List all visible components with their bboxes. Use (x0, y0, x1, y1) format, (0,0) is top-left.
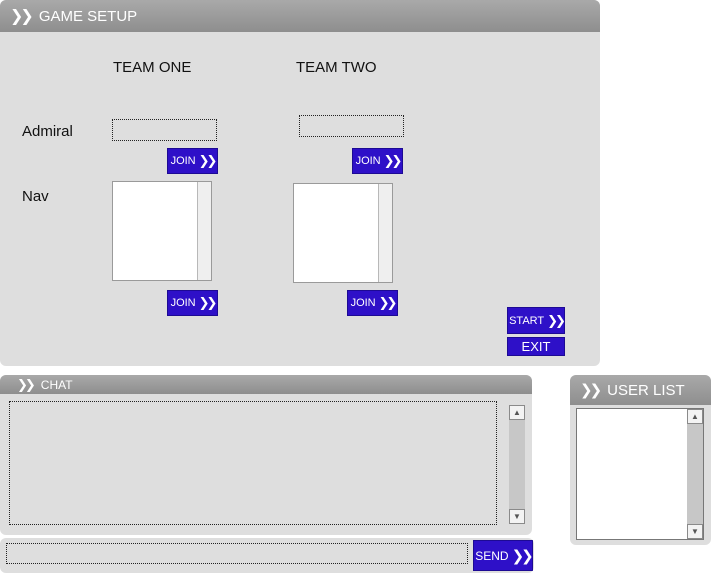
double-chevron-right-icon: ❯❯ (198, 153, 218, 168)
user-list-title: USER LIST (607, 381, 685, 399)
team-one-nav-join-button[interactable]: JOIN ❯❯ (167, 290, 218, 316)
scroll-down-arrow-icon[interactable]: ▼ (509, 509, 525, 524)
chat-message-input[interactable] (6, 543, 468, 564)
game-setup-panel: ❯❯ GAME SETUP TEAM ONE TEAM TWO Admiral … (0, 0, 600, 366)
team-one-nav-scrollbar[interactable] (197, 182, 211, 280)
user-list-scrollbar[interactable]: ▲ ▼ (687, 409, 703, 539)
chat-input-bar: SEND ❯❯ (0, 538, 534, 573)
join-button-label: JOIN (350, 297, 376, 309)
game-setup-header: ❯❯ GAME SETUP (0, 0, 600, 32)
exit-button[interactable]: EXIT (507, 337, 565, 356)
user-list-box[interactable]: ▲ ▼ (576, 408, 704, 540)
admiral-label: Admiral (22, 123, 73, 140)
start-button[interactable]: START ❯❯ (507, 307, 566, 334)
join-button-label: JOIN (170, 155, 196, 167)
team-two-admiral-join-button[interactable]: JOIN ❯❯ (352, 148, 403, 174)
game-setup-title: GAME SETUP (38, 7, 138, 25)
chat-title: CHAT (40, 377, 73, 392)
user-list-panel: ❯❯ USER LIST ▲ ▼ (570, 375, 711, 545)
team-one-nav-list[interactable] (112, 181, 212, 281)
team-two-nav-scrollbar[interactable] (378, 184, 392, 282)
start-button-label: START (509, 314, 545, 327)
double-chevron-right-icon: ❯❯ (547, 312, 566, 328)
scroll-down-arrow-icon[interactable]: ▼ (687, 524, 703, 539)
scroll-up-arrow-icon[interactable]: ▲ (509, 405, 525, 420)
send-button[interactable]: SEND ❯❯ (473, 540, 534, 571)
chat-header: ❯❯ CHAT (0, 375, 532, 394)
chat-panel: ❯❯ CHAT ▲ ▼ (0, 375, 532, 535)
double-chevron-right-icon: ❯❯ (511, 547, 534, 565)
exit-button-label: EXIT (521, 339, 551, 354)
team-two-heading: TEAM TWO (296, 59, 377, 76)
double-chevron-right-icon: ❯❯ (383, 153, 403, 168)
chat-log[interactable] (9, 401, 497, 525)
team-two-admiral-slot (299, 115, 404, 137)
scroll-up-arrow-icon[interactable]: ▲ (687, 409, 703, 424)
send-button-label: SEND (475, 548, 509, 563)
join-button-label: JOIN (170, 297, 196, 309)
team-one-admiral-join-button[interactable]: JOIN ❯❯ (167, 148, 218, 174)
team-two-nav-join-button[interactable]: JOIN ❯❯ (347, 290, 398, 316)
double-chevron-right-icon: ❯❯ (198, 295, 218, 310)
double-chevron-right-icon: ❯❯ (580, 382, 602, 399)
nav-label: Nav (22, 188, 49, 205)
team-one-heading: TEAM ONE (113, 59, 192, 76)
user-list-header: ❯❯ USER LIST (570, 375, 711, 405)
team-two-nav-list[interactable] (293, 183, 393, 283)
team-one-admiral-slot (112, 119, 217, 141)
double-chevron-right-icon: ❯❯ (378, 295, 398, 310)
double-chevron-right-icon: ❯❯ (17, 376, 36, 392)
join-button-label: JOIN (355, 155, 381, 167)
double-chevron-right-icon: ❯❯ (10, 8, 34, 25)
chat-scrollbar[interactable]: ▲ ▼ (509, 405, 525, 524)
